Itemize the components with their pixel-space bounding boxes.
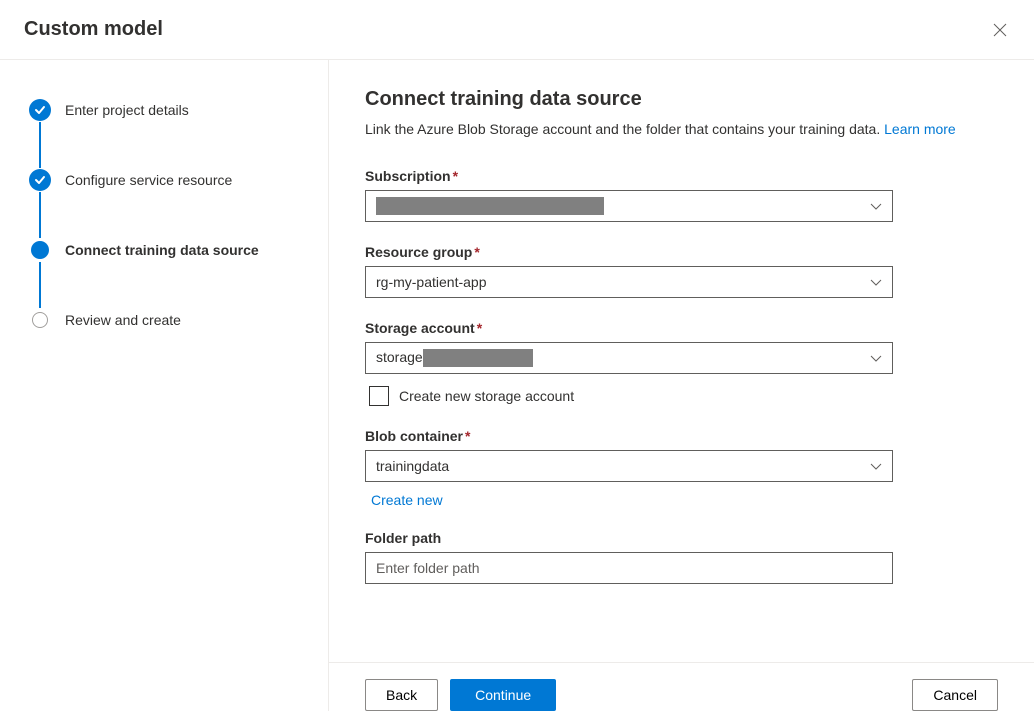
step-label: Connect training data source xyxy=(65,242,259,258)
subscription-dropdown[interactable] xyxy=(365,190,893,222)
step-connector xyxy=(39,262,41,308)
resource-group-label: Resource group* xyxy=(365,244,998,260)
dialog-title: Custom model xyxy=(24,18,163,41)
folder-path-input[interactable] xyxy=(365,552,893,584)
field-blob-container: Blob container* trainingdata Create new xyxy=(365,428,998,508)
step-connector xyxy=(39,192,41,238)
field-resource-group: Resource group* rg-my-patient-app xyxy=(365,244,998,298)
folder-path-label: Folder path xyxy=(365,530,998,546)
blob-container-label: Blob container* xyxy=(365,428,998,444)
continue-button[interactable]: Continue xyxy=(450,679,556,711)
subscription-label: Subscription* xyxy=(365,168,998,184)
chevron-down-icon xyxy=(870,458,882,474)
check-circle-icon xyxy=(29,169,51,191)
chevron-down-icon xyxy=(870,274,882,290)
field-storage-account: Storage account* storage Create new stor… xyxy=(365,320,998,406)
step-label: Configure service resource xyxy=(65,172,232,188)
resource-group-dropdown[interactable]: rg-my-patient-app xyxy=(365,266,893,298)
create-storage-checkbox-label: Create new storage account xyxy=(399,388,574,404)
step-review-and-create[interactable]: Review and create xyxy=(29,308,308,332)
subscription-value xyxy=(376,197,604,215)
storage-account-dropdown[interactable]: storage xyxy=(365,342,893,374)
resource-group-value: rg-my-patient-app xyxy=(376,274,487,290)
check-circle-icon xyxy=(29,99,51,121)
learn-more-link[interactable]: Learn more xyxy=(884,121,956,137)
form-description: Link the Azure Blob Storage account and … xyxy=(365,119,965,140)
wizard-steps-sidebar: Enter project details Configure service … xyxy=(0,60,328,711)
pending-step-circle-icon xyxy=(32,312,48,328)
create-storage-checkbox[interactable] xyxy=(369,386,389,406)
chevron-down-icon xyxy=(870,198,882,214)
blob-container-value: trainingdata xyxy=(376,458,449,474)
step-connector xyxy=(39,122,41,168)
step-connect-training-data-source[interactable]: Connect training data source xyxy=(29,238,308,262)
step-configure-service-resource[interactable]: Configure service resource xyxy=(29,168,308,192)
close-icon xyxy=(993,23,1007,37)
current-step-dot-icon xyxy=(31,241,49,259)
step-label: Review and create xyxy=(65,312,181,328)
dialog-footer: Back Continue Cancel xyxy=(329,662,1034,711)
field-folder-path: Folder path xyxy=(365,530,998,584)
dialog-header: Custom model xyxy=(0,0,1034,60)
create-new-container-link[interactable]: Create new xyxy=(371,492,443,508)
blob-container-dropdown[interactable]: trainingdata xyxy=(365,450,893,482)
storage-account-value: storage xyxy=(376,349,533,367)
chevron-down-icon xyxy=(870,350,882,366)
cancel-button[interactable]: Cancel xyxy=(912,679,998,711)
storage-account-label: Storage account* xyxy=(365,320,998,336)
step-label: Enter project details xyxy=(65,102,189,118)
step-enter-project-details[interactable]: Enter project details xyxy=(29,98,308,122)
field-subscription: Subscription* xyxy=(365,168,998,222)
close-button[interactable] xyxy=(990,20,1010,40)
main-panel: Connect training data source Link the Az… xyxy=(328,60,1034,711)
back-button[interactable]: Back xyxy=(365,679,438,711)
form-title: Connect training data source xyxy=(365,88,998,111)
